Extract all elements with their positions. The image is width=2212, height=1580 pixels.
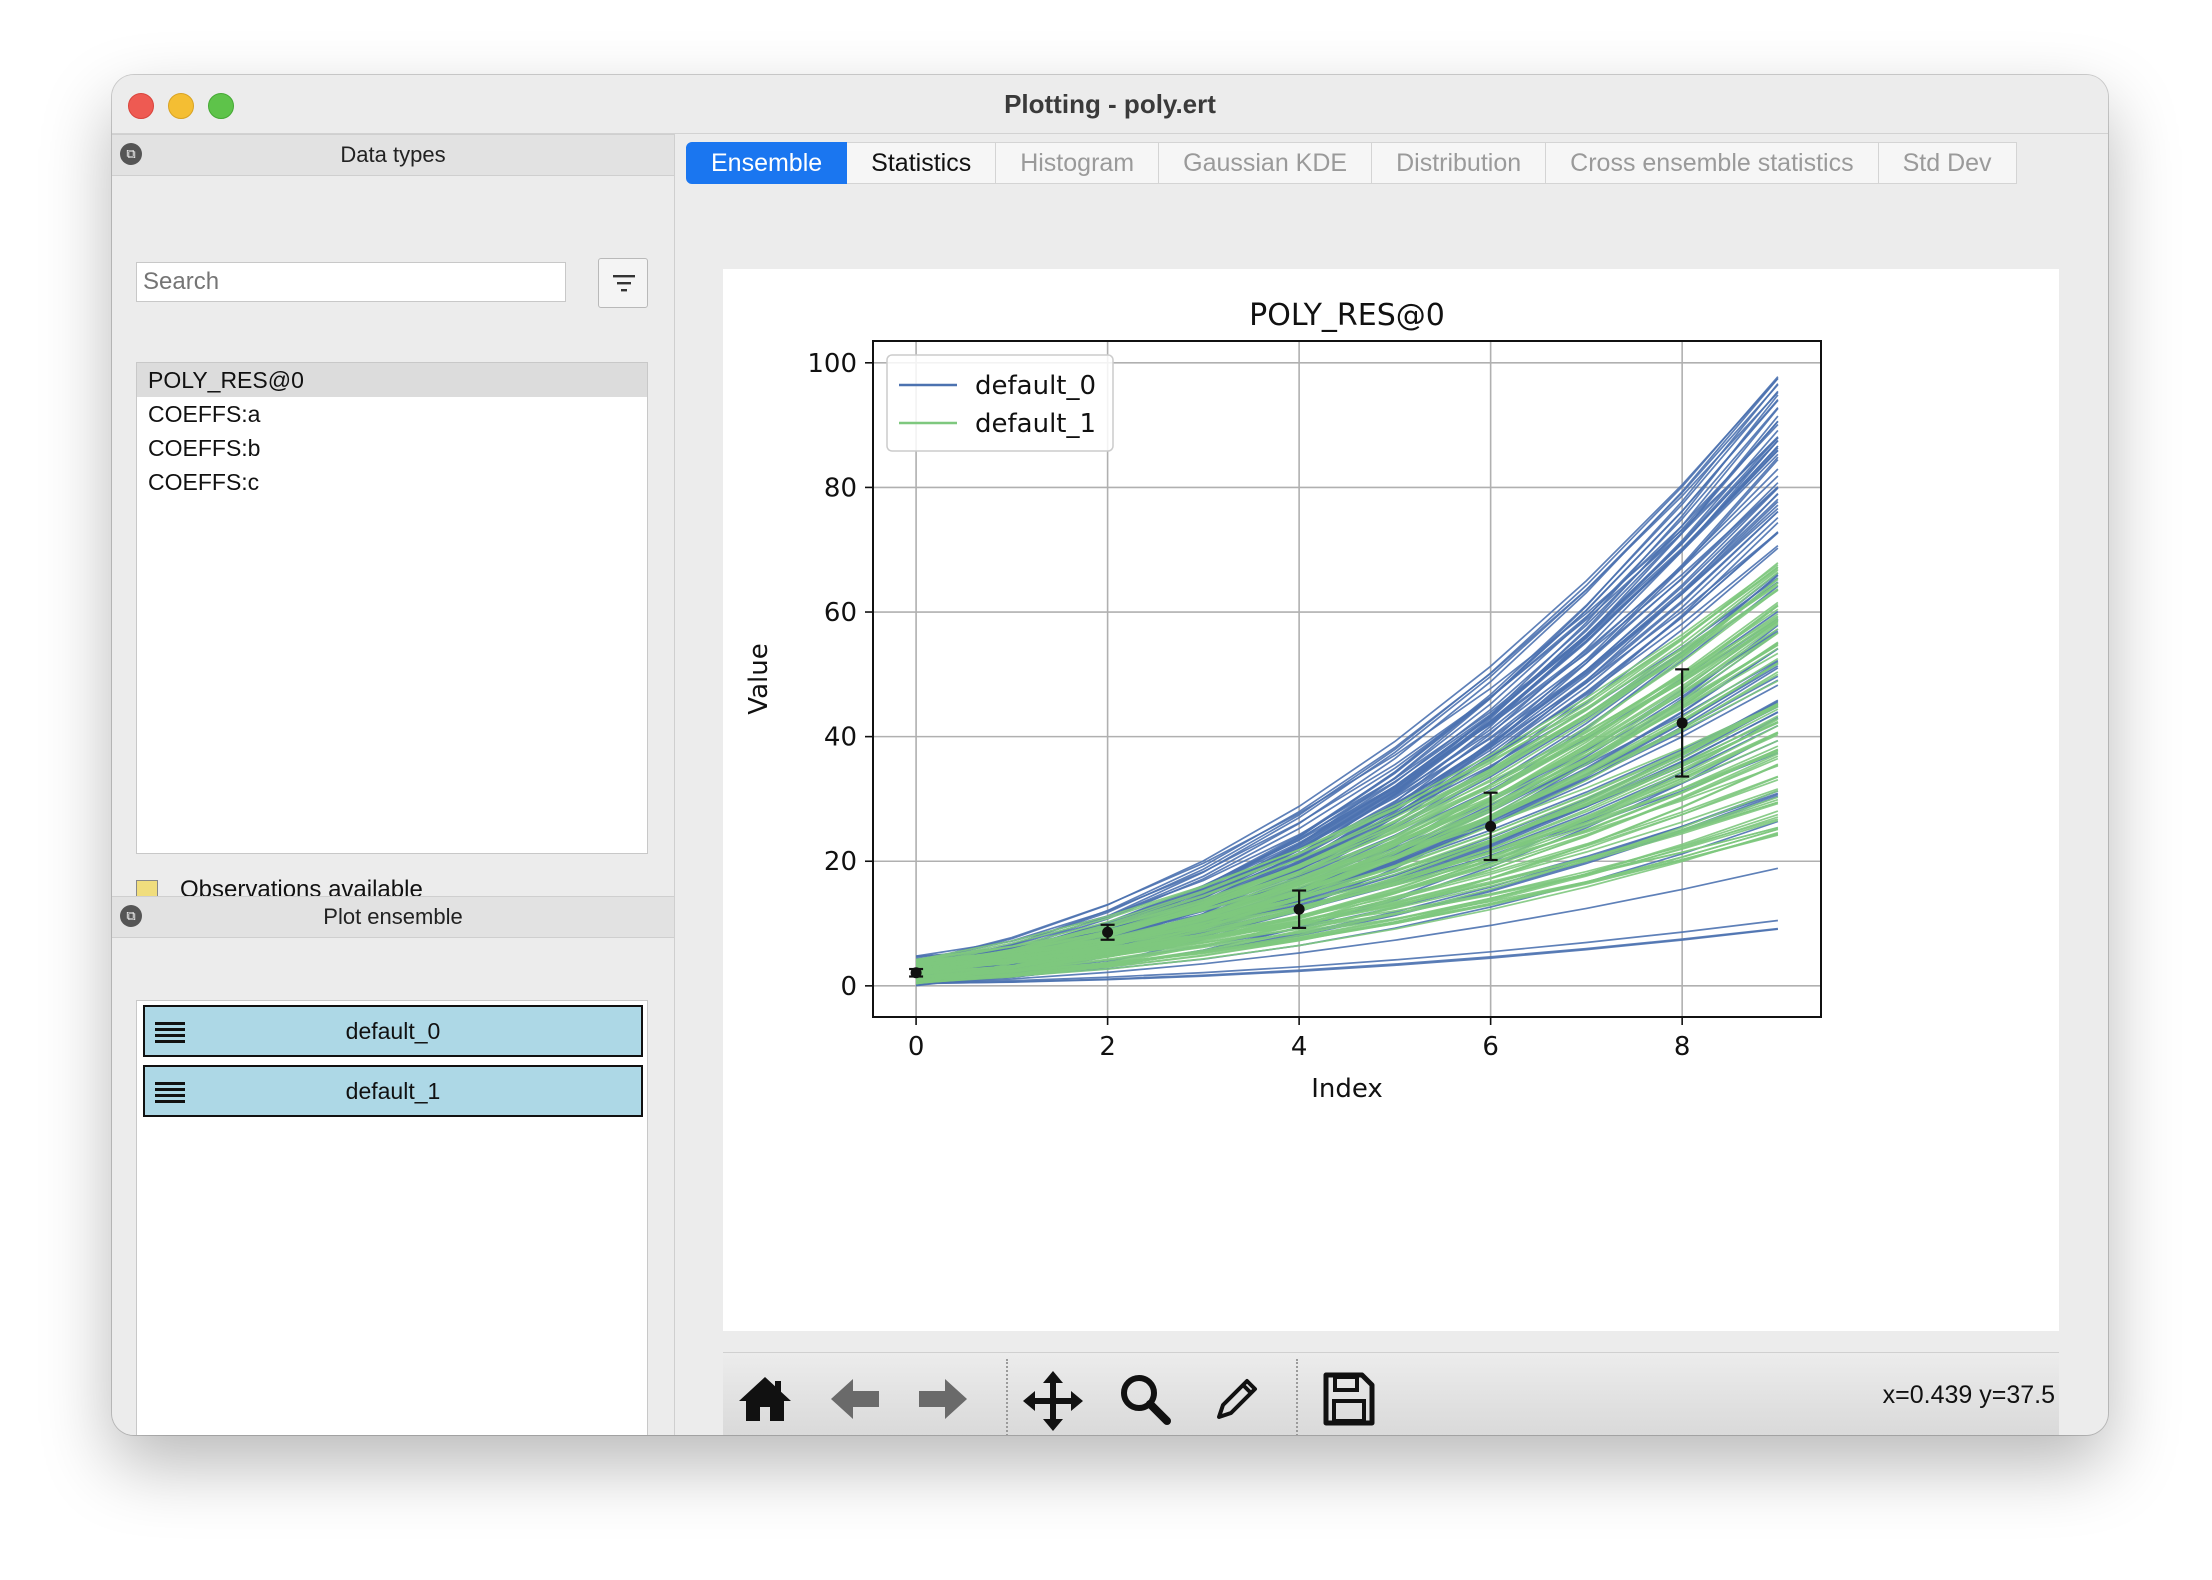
plot-tabs: Ensemble Statistics Histogram Gaussian KDE D… bbox=[686, 142, 2017, 184]
tab-gaussian-kde: Gaussian KDE bbox=[1159, 142, 1373, 184]
y-tick-label: 40 bbox=[824, 723, 857, 753]
filter-icon bbox=[613, 275, 635, 292]
toolbar-separator bbox=[1006, 1359, 1008, 1435]
x-tick-label: 0 bbox=[908, 1032, 925, 1062]
tab-statistics[interactable]: Statistics bbox=[847, 142, 997, 184]
plot-ensemble-title: Plot ensemble bbox=[323, 904, 463, 929]
data-types-header: ⧉ Data types bbox=[112, 134, 674, 176]
undock-icon[interactable]: ⧉ bbox=[120, 143, 142, 165]
cursor-coordinates: x=0.439 y=37.5 bbox=[1882, 1381, 2055, 1409]
legend-label: default_1 bbox=[975, 409, 1096, 439]
title-bar[interactable]: Plotting - poly.ert bbox=[112, 75, 2108, 134]
observation-point bbox=[1293, 903, 1305, 915]
filter-button[interactable] bbox=[598, 258, 648, 308]
data-type-item[interactable]: COEFFS:b bbox=[137, 431, 647, 465]
save-icon bbox=[1323, 1372, 1375, 1426]
forward-arrow-icon bbox=[919, 1379, 967, 1419]
save-button[interactable] bbox=[1318, 1371, 1378, 1427]
x-tick-label: 8 bbox=[1674, 1032, 1691, 1062]
y-tick-label: 20 bbox=[824, 847, 857, 877]
data-type-item[interactable]: COEFFS:c bbox=[137, 465, 647, 499]
tab-cross-ensemble-statistics: Cross ensemble statistics bbox=[1546, 142, 1879, 184]
ensemble-item-label: default_1 bbox=[345, 1078, 441, 1104]
window-title: Plotting - poly.ert bbox=[1004, 89, 1216, 119]
tab-histogram: Histogram bbox=[996, 142, 1160, 184]
x-tick-label: 6 bbox=[1482, 1032, 1499, 1062]
drag-handle-icon[interactable] bbox=[155, 1081, 185, 1103]
forward-button[interactable] bbox=[913, 1371, 973, 1427]
legend-label: default_0 bbox=[975, 371, 1096, 401]
ensemble-chart[interactable]: 0 2 4 6 8020406080100POLY_RES@0IndexValuedef… bbox=[723, 269, 2059, 1331]
back-button[interactable] bbox=[825, 1371, 885, 1427]
y-tick-label: 60 bbox=[824, 598, 857, 628]
plot-area: Ensemble Statistics Histogram Gaussian KDE D… bbox=[675, 134, 2108, 1435]
x-axis-label: Index bbox=[1311, 1074, 1383, 1104]
navigation-toolbar: x=0.439 y=37.5 bbox=[723, 1352, 2059, 1435]
plot-ensemble-list: default_0 default_1 bbox=[136, 1000, 648, 1435]
back-arrow-icon bbox=[831, 1379, 879, 1419]
tab-ensemble[interactable]: Ensemble bbox=[686, 142, 848, 184]
left-dock: ⧉ Data types POLY_RES@0COEFFS:aCOEFFS:bC… bbox=[112, 134, 675, 1435]
data-types-title: Data types bbox=[340, 142, 446, 167]
y-tick-label: 0 bbox=[840, 972, 857, 1002]
observation-point bbox=[1485, 820, 1497, 832]
pan-button[interactable] bbox=[1023, 1371, 1083, 1431]
drag-handle-icon[interactable] bbox=[155, 1021, 185, 1043]
search-input[interactable] bbox=[136, 262, 566, 302]
edit-icon bbox=[1217, 1379, 1257, 1419]
toolbar-separator bbox=[1296, 1359, 1298, 1435]
pan-icon bbox=[1023, 1371, 1083, 1431]
observation-point bbox=[1676, 717, 1688, 729]
tab-std-dev: Std Dev bbox=[1878, 142, 2017, 184]
plot-ensemble-header: ⧉ Plot ensemble bbox=[112, 896, 674, 938]
home-button[interactable] bbox=[735, 1371, 795, 1427]
x-tick-label: 2 bbox=[1099, 1032, 1116, 1062]
x-tick-label: 4 bbox=[1291, 1032, 1308, 1062]
undock-icon[interactable]: ⧉ bbox=[120, 905, 142, 927]
ensemble-item[interactable]: default_1 bbox=[143, 1065, 643, 1117]
data-type-item[interactable]: COEFFS:a bbox=[137, 397, 647, 431]
observation-point bbox=[910, 967, 922, 979]
plot-canvas[interactable]: 0 2 4 6 8 0 20 40 60 80 100 POLY_RES@0 Index Value def… bbox=[723, 269, 2059, 1331]
observation-point bbox=[1102, 926, 1114, 938]
ensemble-item-label: default_0 bbox=[345, 1018, 441, 1044]
zoom-icon bbox=[1121, 1375, 1171, 1425]
edit-button[interactable] bbox=[1207, 1371, 1267, 1427]
y-tick-label: 100 bbox=[807, 349, 857, 379]
y-axis-label: Value bbox=[744, 643, 774, 714]
plot-window: Plotting - poly.ert ⧉ Data types POLY_RE… bbox=[112, 75, 2108, 1435]
data-types-list[interactable]: POLY_RES@0 COEFFS:a COEFFS:b COEFFS:c bbox=[136, 362, 648, 854]
ensemble-item[interactable]: default_0 bbox=[143, 1005, 643, 1057]
data-type-item[interactable]: POLY_RES@0 bbox=[137, 363, 647, 397]
tab-distribution: Distribution bbox=[1372, 142, 1547, 184]
home-icon bbox=[739, 1377, 791, 1421]
y-tick-label: 80 bbox=[824, 473, 857, 503]
chart-title: POLY_RES@0 bbox=[1249, 298, 1445, 333]
zoom-button[interactable] bbox=[1115, 1371, 1175, 1427]
